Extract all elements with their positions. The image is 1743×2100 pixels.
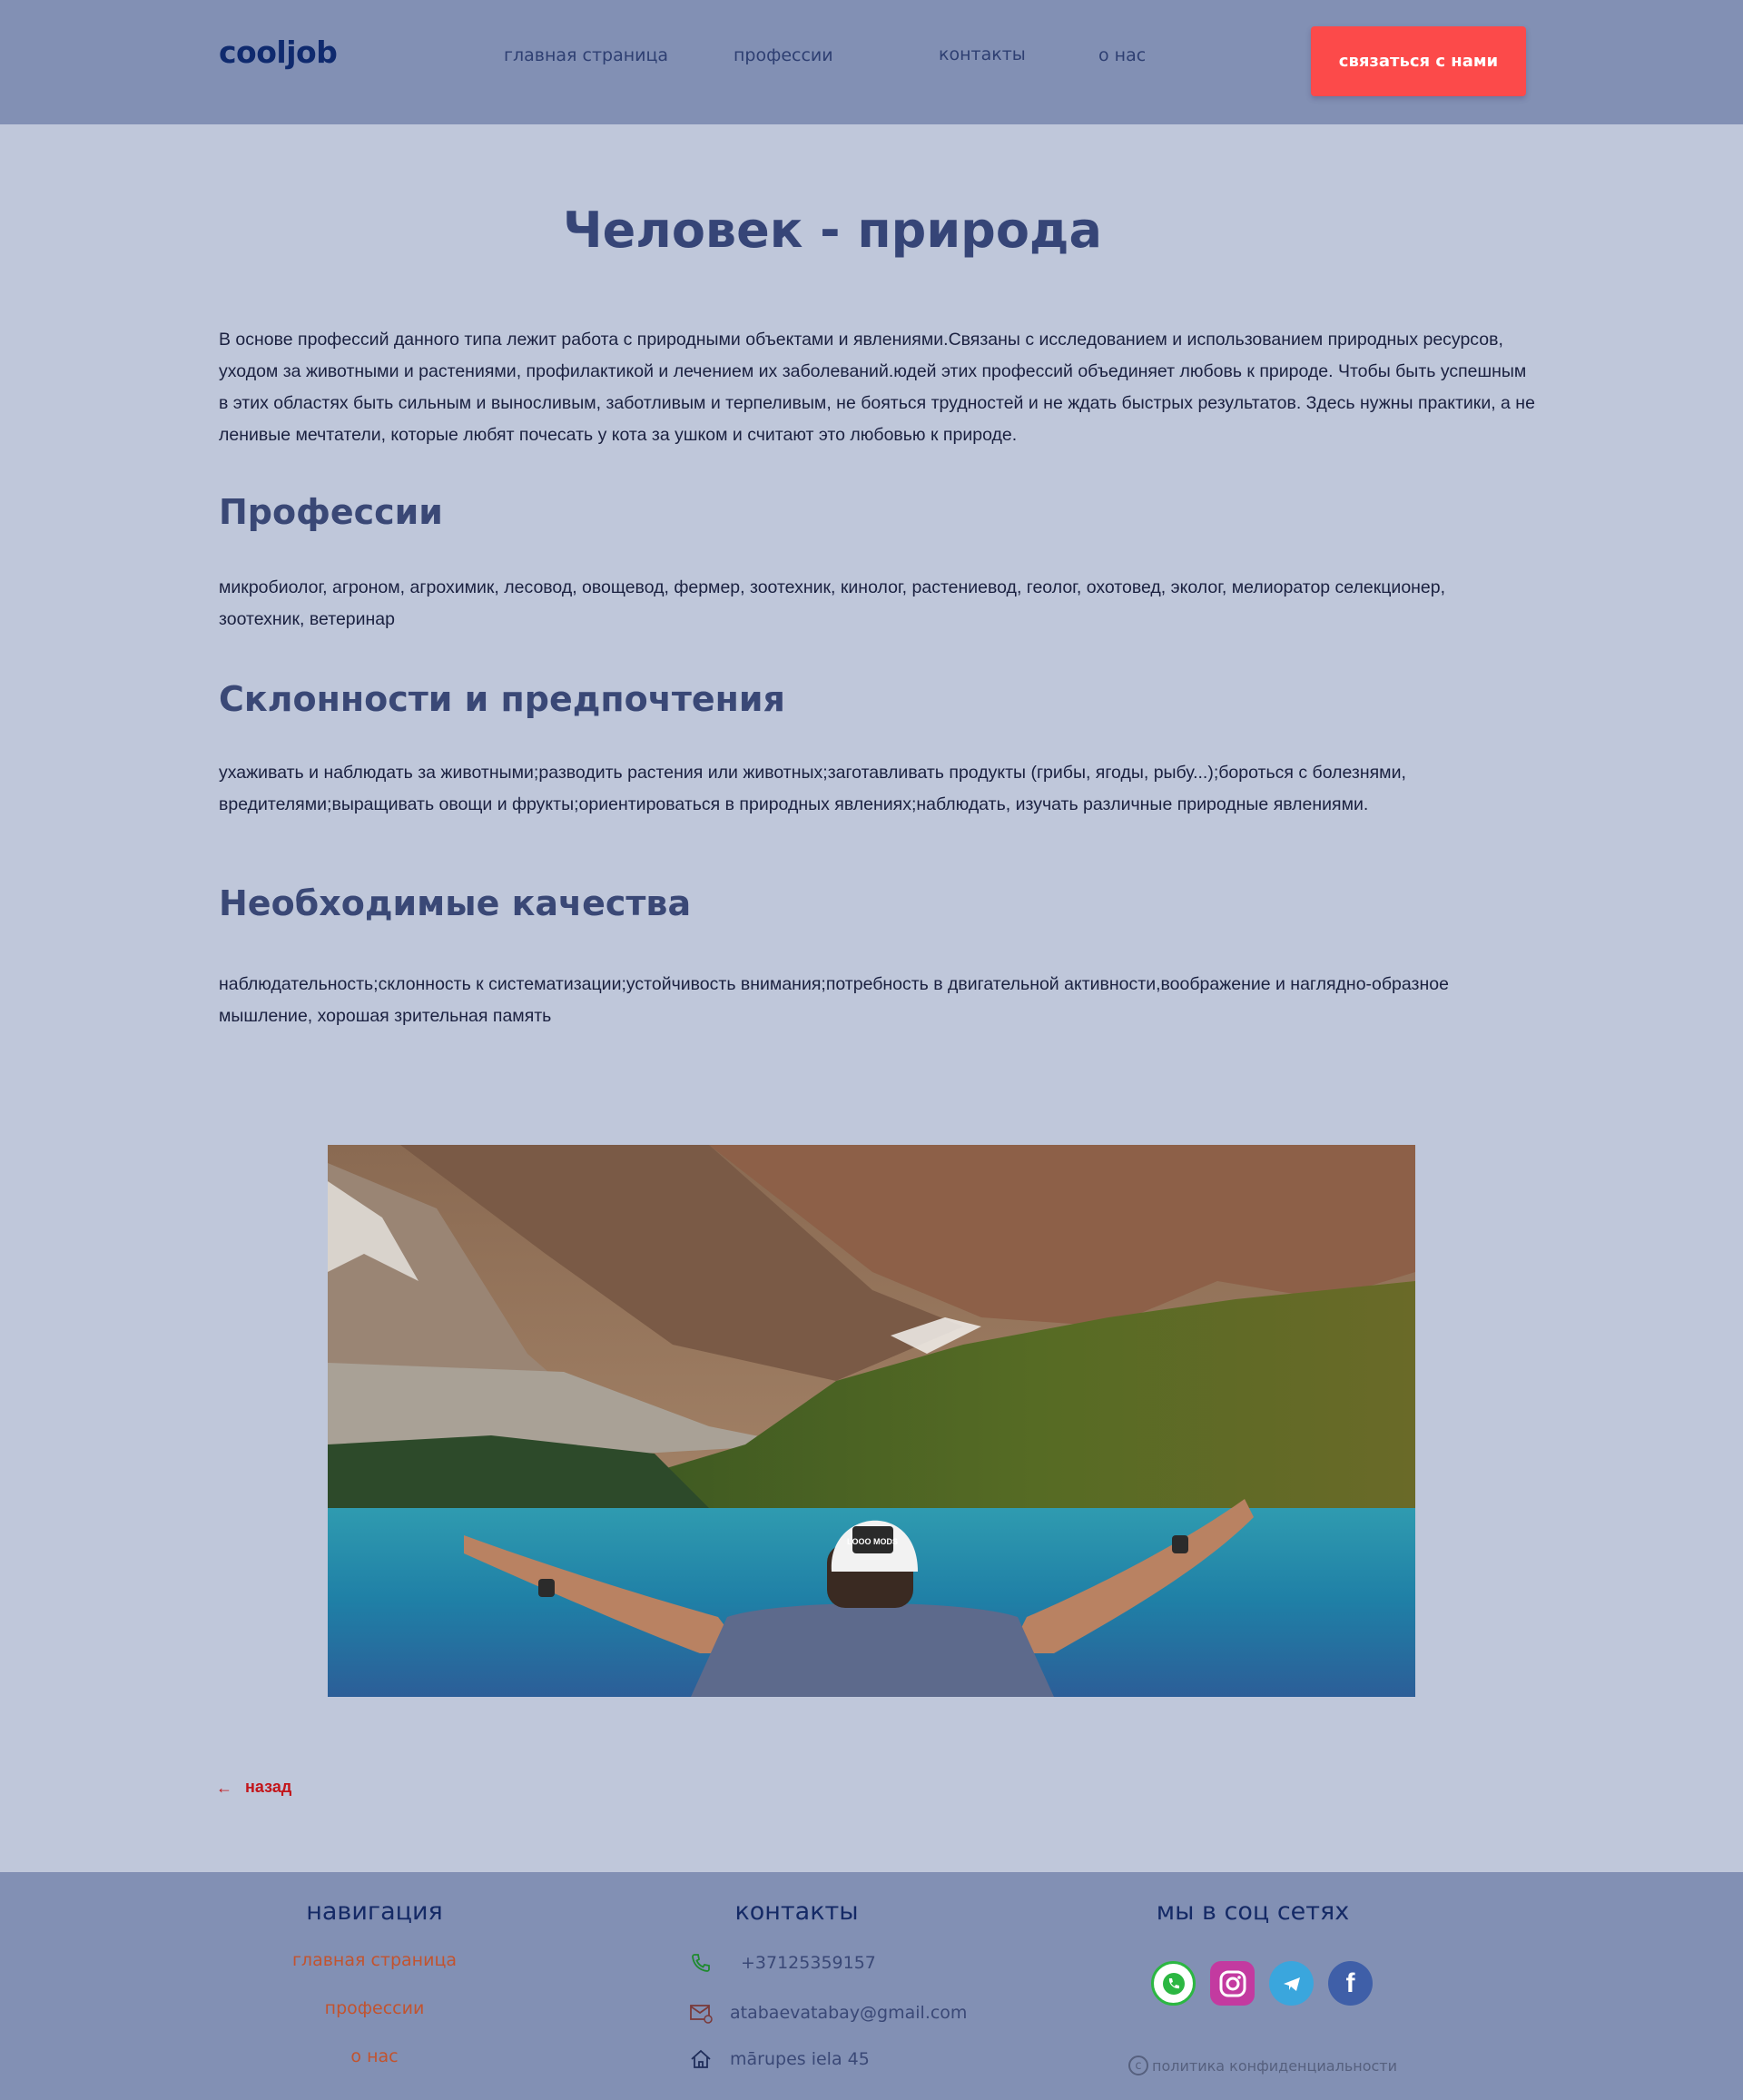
arrow-left-icon: ← bbox=[216, 1778, 232, 1797]
contact-us-button[interactable]: связаться с нами bbox=[1311, 26, 1526, 96]
intro-paragraph: В основе профессий данного типа лежит ра… bbox=[219, 330, 1535, 445]
copyright-icon: c bbox=[1128, 2056, 1148, 2075]
professions-text: микробиолог, агроном, агрохимик, лесовод… bbox=[219, 577, 1446, 629]
qualities-text: наблюдательность;склонность к систематиз… bbox=[219, 974, 1449, 1026]
shirt bbox=[691, 1603, 1054, 1697]
page-title: Человек - природа bbox=[563, 202, 1102, 259]
phone-number: +37125359157 bbox=[741, 1953, 876, 1973]
street-address: mārupes iela 45 bbox=[730, 2049, 870, 2069]
nav-link-professions[interactable]: профессии bbox=[734, 45, 833, 65]
back-link[interactable]: ← назад bbox=[216, 1778, 291, 1797]
inclinations-heading: Склонности и предпочтения bbox=[219, 679, 785, 719]
cap-logo-text: LOOO MODS bbox=[847, 1537, 898, 1546]
privacy-label: политика конфиденциальности bbox=[1152, 2056, 1398, 2075]
logo[interactable]: cooljob bbox=[219, 35, 338, 70]
nav-link-contacts[interactable]: контакты bbox=[939, 44, 1026, 64]
phone-icon bbox=[688, 1950, 714, 1976]
footer-link-about[interactable]: о нас bbox=[254, 2046, 495, 2066]
qualities-heading: Необходимые качества bbox=[219, 883, 692, 923]
footer-social-heading: мы в соц сетях bbox=[1156, 1898, 1350, 1926]
nav-link-about[interactable]: о нас bbox=[1098, 45, 1146, 65]
contact-email[interactable]: atabaevatabay@gmail.com bbox=[688, 2000, 967, 2026]
footer-contacts-heading: контакты bbox=[734, 1898, 859, 1926]
watch-left bbox=[538, 1579, 555, 1597]
facebook-icon[interactable]: f bbox=[1328, 1961, 1373, 2006]
hero-image: LOOO MODS bbox=[328, 1145, 1415, 1697]
privacy-policy-link[interactable]: c политика конфиденциальности bbox=[1128, 2056, 1397, 2075]
inclinations-text: ухаживать и наблюдать за животными;разво… bbox=[219, 763, 1406, 814]
email-address: atabaevatabay@gmail.com bbox=[730, 2003, 968, 2023]
hero-illustration: LOOO MODS bbox=[328, 1145, 1415, 1697]
social-links: f bbox=[1151, 1961, 1373, 2006]
telegram-icon[interactable] bbox=[1269, 1961, 1314, 2006]
footer-link-home[interactable]: главная страница bbox=[254, 1950, 495, 1970]
site-header: cooljob главная страница профессии конта… bbox=[0, 0, 1743, 124]
back-label: назад bbox=[245, 1778, 292, 1796]
nav-link-home[interactable]: главная страница bbox=[504, 45, 668, 65]
mail-icon bbox=[688, 2000, 714, 2026]
contact-address: mārupes iela 45 bbox=[688, 2046, 870, 2072]
contact-phone[interactable]: +37125359157 bbox=[688, 1950, 876, 1976]
footer-link-professions[interactable]: профессии bbox=[254, 1998, 495, 2018]
instagram-icon[interactable] bbox=[1210, 1961, 1255, 2006]
home-icon bbox=[688, 2046, 714, 2072]
footer-nav-heading: навигация bbox=[306, 1898, 443, 1926]
watch-right bbox=[1172, 1535, 1188, 1553]
professions-heading: Профессии bbox=[219, 492, 443, 532]
whatsapp-icon[interactable] bbox=[1151, 1961, 1196, 2006]
